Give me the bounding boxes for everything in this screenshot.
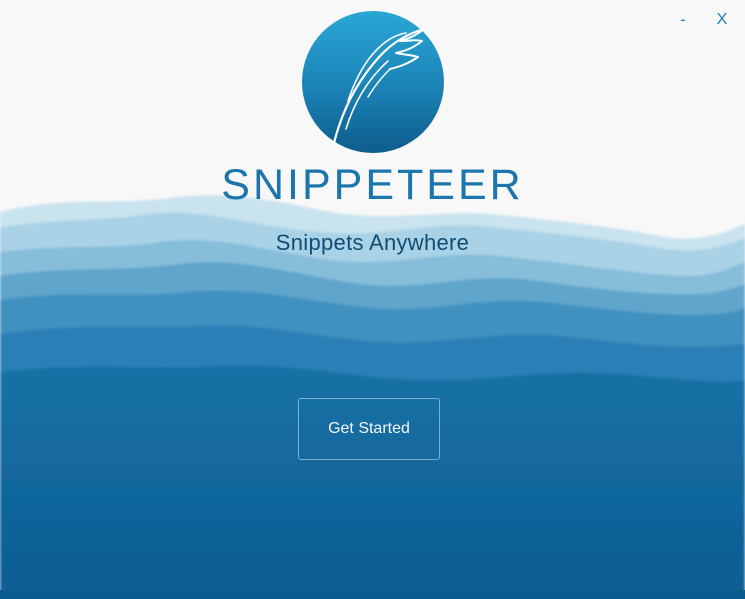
get-started-button[interactable]: Get Started [298, 398, 440, 460]
welcome-screen: - X SNIPPETEER Snippets Anywhere Get Sta… [0, 0, 745, 599]
minimize-button[interactable]: - [668, 8, 698, 32]
app-tagline: Snippets Anywhere [275, 230, 470, 255]
quill-feather-logo-icon [302, 11, 444, 153]
app-title: SNIPPETEER [221, 161, 524, 209]
close-button[interactable]: X [707, 8, 737, 32]
